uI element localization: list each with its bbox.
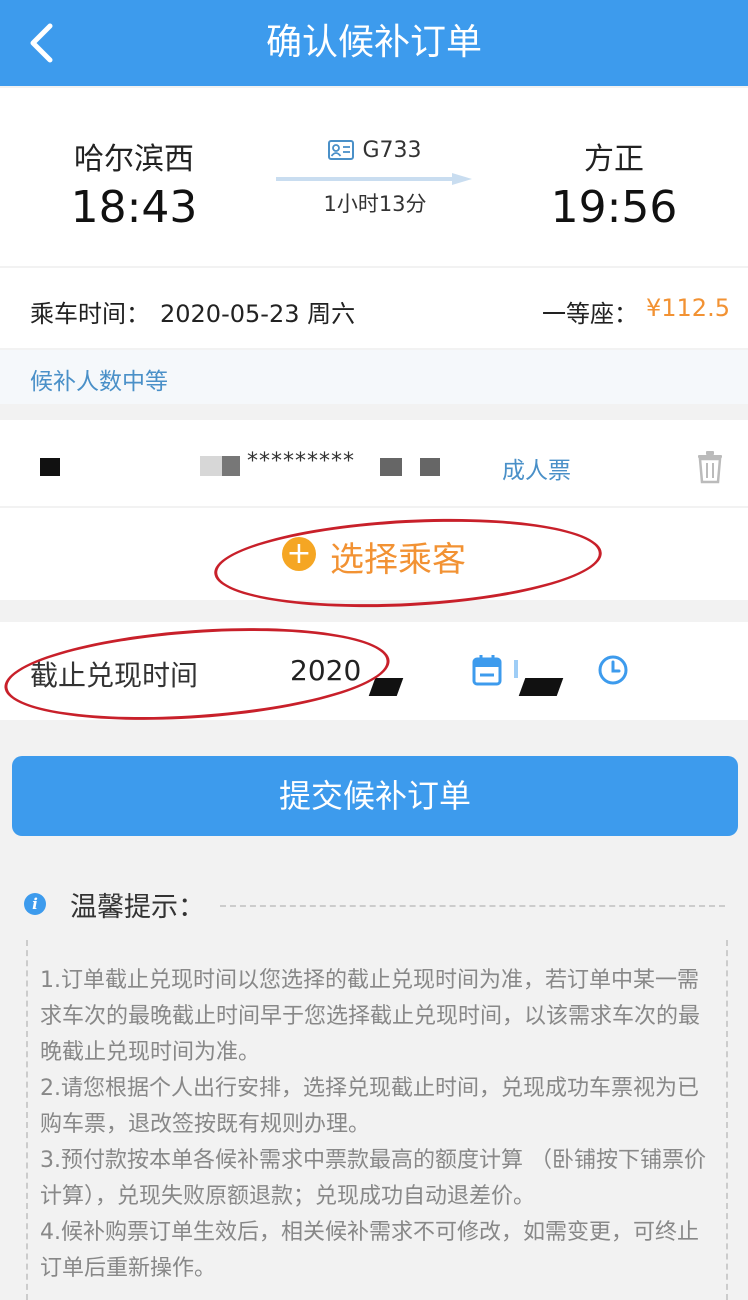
tips-divider	[220, 905, 725, 907]
arrival-time: 19:56	[550, 182, 678, 233]
redacted-id-prefix	[200, 456, 222, 476]
redacted-id-suffix-2	[420, 458, 440, 476]
travel-duration: 1小时13分	[323, 192, 427, 216]
redacted-deadline-time	[518, 678, 564, 696]
tips-content: 1.订单截止兑现时间以您选择的截止兑现时间为准，若订单中某一需求车次的最晚截止时…	[40, 963, 710, 1287]
plus-icon[interactable]: +	[282, 537, 316, 571]
passenger-id-masked: *********	[247, 449, 355, 474]
calendar-icon[interactable]	[472, 654, 502, 686]
passenger-row[interactable]	[0, 420, 748, 506]
trash-icon[interactable]	[696, 450, 724, 484]
seat-label: 一等座：	[542, 300, 638, 328]
id-card-icon	[328, 140, 355, 160]
redacted-deadline-marker	[514, 660, 518, 678]
ticket-price: ¥112.5	[646, 294, 730, 322]
submit-waitlist-button[interactable]: 提交候补订单	[12, 756, 738, 836]
deadline-label: 截止兑现时间	[30, 659, 199, 692]
select-passenger-button[interactable]: 选择乘客	[330, 532, 466, 581]
waitlist-status: 候补人数中等	[30, 369, 168, 395]
tip-item-1: 1.订单截止兑现时间以您选择的截止兑现时间为准，若订单中某一需求车次的最晚截止时…	[40, 968, 701, 1065]
ticket-type[interactable]: 成人票	[502, 451, 571, 485]
back-arrow-icon	[30, 23, 53, 63]
deadline-date-value[interactable]: 2020	[290, 654, 361, 687]
back-button[interactable]	[22, 18, 66, 68]
date-value: 2020-05-23 周六	[160, 300, 356, 328]
arrival-station: 方正	[584, 142, 644, 177]
date-label: 乘车时间：	[30, 300, 150, 328]
direction-arrow-icon	[276, 173, 472, 185]
info-icon: i	[24, 893, 46, 915]
tips-title: 温馨提示：	[70, 892, 205, 923]
train-number-text: G733	[362, 138, 422, 163]
train-number[interactable]: G733	[290, 138, 460, 163]
redacted-id-suffix	[380, 458, 402, 476]
tip-item-2: 2.请您根据个人出行安排，选择兑现截止时间，兑现成功车票视为已购车票，退改签按既…	[40, 1076, 699, 1137]
redacted-name	[40, 458, 60, 476]
page-title: 确认候补订单	[265, 22, 482, 63]
tip-item-3: 3.预付款按本单各候补需求中票款最高的额度计算 （卧铺按下铺票价计算），兑现失败…	[40, 1148, 706, 1209]
redacted-id-prefix-2	[222, 456, 240, 476]
tip-item-4: 4.候补购票订单生效后，相关候补需求不可修改，如需变更，可终止订单后重新操作。	[40, 1220, 699, 1281]
departure-station: 哈尔滨西	[74, 142, 194, 177]
clock-icon[interactable]	[597, 654, 629, 686]
departure-time: 18:43	[70, 182, 198, 233]
